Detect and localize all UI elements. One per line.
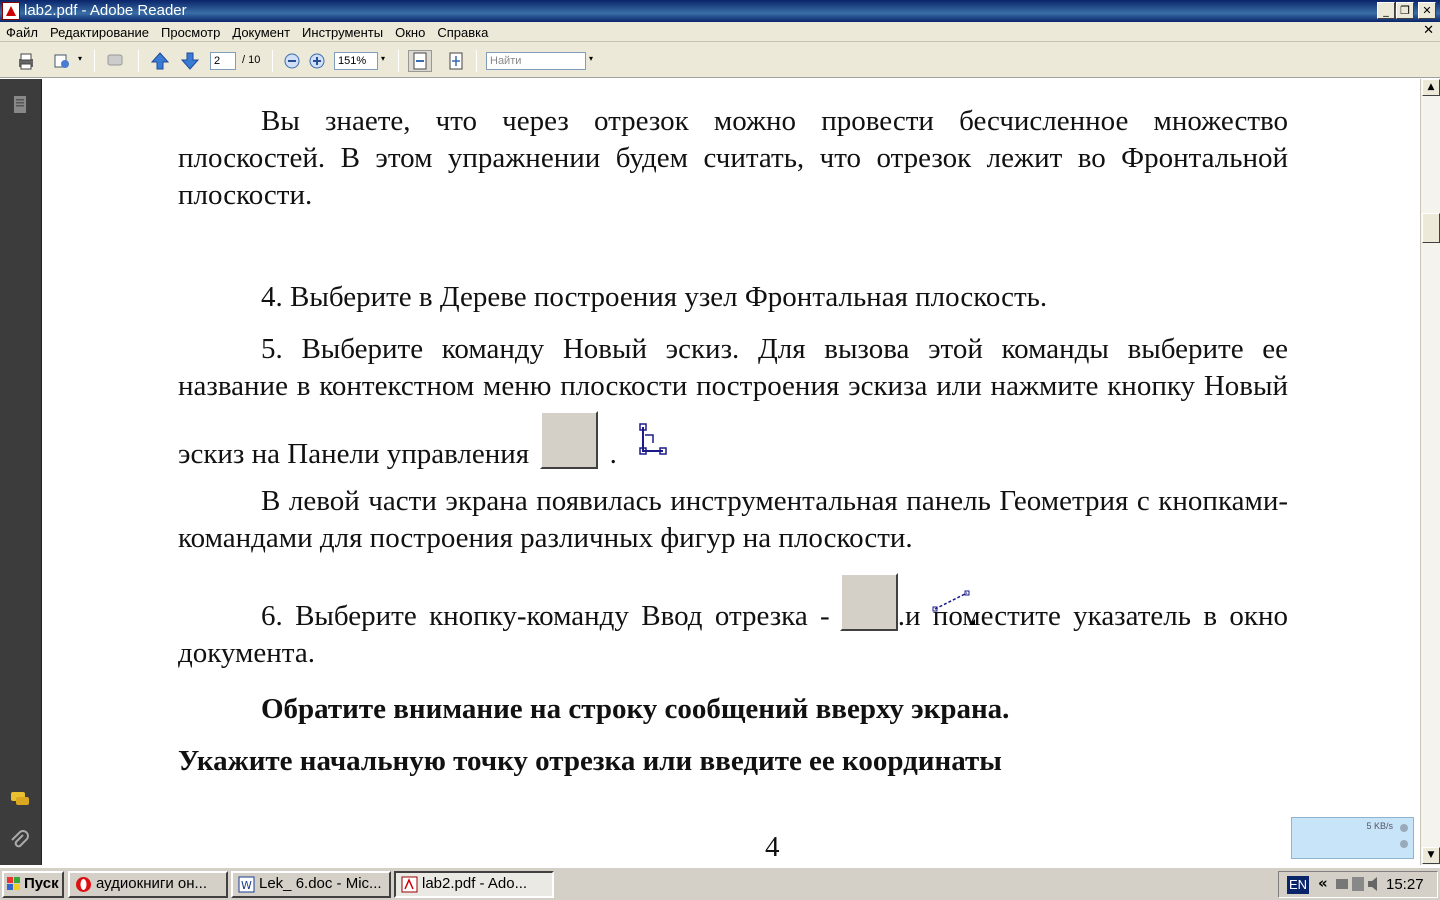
toolbar-separator — [476, 50, 477, 72]
restore-button[interactable]: ❐ — [1396, 2, 1414, 19]
opera-icon — [76, 877, 91, 892]
comment-icon — [107, 54, 123, 66]
menu-edit[interactable]: Редактирование — [44, 23, 155, 42]
taskbar: Пуск аудиокниги он... W Lek_ 6.doc - Mic… — [0, 866, 1440, 900]
previous-page-button[interactable] — [148, 50, 172, 72]
start-label: Пуск — [24, 875, 59, 892]
search-input[interactable]: Найти — [486, 52, 586, 70]
zoom-in-button[interactable] — [305, 50, 329, 72]
fit-page-button[interactable] — [444, 50, 468, 72]
share-dropdown-icon[interactable]: ▾ — [78, 54, 82, 63]
paragraph: 5. Выберите команду Новый эскиз. Для выз… — [178, 331, 1288, 473]
share-button[interactable] — [50, 50, 74, 72]
taskbar-item-word[interactable]: W Lek_ 6.doc - Mic... — [231, 871, 391, 898]
menu-window[interactable]: Окно — [389, 23, 431, 42]
clock: 15:27 — [1386, 876, 1424, 893]
pages-icon[interactable] — [8, 93, 32, 117]
pdf-page: Вы знаете, что через отрезок можно прове… — [43, 79, 1420, 865]
menu-bar: Файл Редактирование Просмотр Документ Инстру… — [0, 22, 1440, 42]
start-button[interactable]: Пуск — [2, 871, 64, 898]
page-number: 4 — [765, 831, 780, 863]
tray-expand-icon[interactable]: « — [1318, 874, 1328, 892]
comments-icon[interactable] — [8, 787, 32, 811]
printer-icon — [19, 53, 33, 70]
volume-icon — [1368, 877, 1377, 891]
document-viewport[interactable]: Вы знаете, что через отрезок можно прове… — [43, 79, 1420, 865]
zoom-in-icon — [309, 53, 325, 69]
bold-paragraph: Укажите начальную точку отрезка или введ… — [178, 745, 1002, 777]
menu-document[interactable]: Документ — [226, 23, 296, 42]
taskbar-item-label: Lek_ 6.doc - Mic... — [259, 875, 382, 892]
network-rate-label: 5 KB/s — [1366, 821, 1393, 831]
paragraph-text: 5. Выберите команду Новый эскиз. Для выз… — [178, 333, 1288, 470]
menu-file[interactable]: Файл — [0, 23, 44, 42]
monitor-icon — [1352, 877, 1364, 891]
scroll-down-button[interactable]: ▼ — [1422, 847, 1440, 864]
print-button[interactable] — [14, 50, 38, 72]
tray-icons — [1336, 877, 1377, 891]
share-icon — [54, 54, 69, 68]
fit-width-icon — [413, 52, 427, 70]
menu-help[interactable]: Справка — [431, 23, 494, 42]
page-number-input[interactable]: 2 — [210, 52, 236, 70]
menu-view[interactable]: Просмотр — [155, 23, 226, 42]
paragraph-text: 6. Выберите кнопку-команду Ввод отрезка … — [261, 600, 830, 632]
minimize-button[interactable]: _ — [1377, 2, 1395, 19]
paragraph: Вы знаете, что через отрезок можно прове… — [178, 105, 1288, 211]
pdf-icon — [401, 876, 418, 893]
close-document-icon[interactable]: ✕ — [1423, 23, 1434, 38]
language-indicator[interactable]: EN — [1287, 876, 1309, 894]
taskbar-item-label: аудиокниги он... — [96, 875, 208, 892]
toolbar-separator — [94, 50, 95, 72]
window-title: lab2.pdf - Adobe Reader — [24, 2, 187, 19]
scroll-up-button[interactable]: ▲ — [1422, 79, 1440, 96]
scroll-thumb[interactable] — [1422, 213, 1440, 243]
network-icon — [1336, 879, 1348, 889]
adobe-reader-icon — [2, 2, 20, 20]
menu-tools[interactable]: Инструменты — [296, 23, 389, 42]
windows-flag-icon — [7, 877, 20, 890]
search-dropdown-icon[interactable]: ▾ — [589, 54, 593, 63]
taskbar-item-adobe-reader[interactable]: lab2.pdf - Ado... — [394, 871, 554, 898]
attachment-icon[interactable] — [8, 829, 32, 853]
paragraph-text: . — [609, 438, 617, 470]
paragraph: 6. Выберите кнопку-команду Ввод отрезка … — [178, 573, 1288, 672]
network-arrows-icon — [1400, 824, 1408, 848]
next-page-button[interactable] — [178, 50, 202, 72]
toolbar-separator — [398, 50, 399, 72]
bold-paragraph: Обратите внимание на строку сообщений вв… — [261, 693, 1010, 725]
toolbar: ▾ 2 / 10 151% ▾ Найти ▾ — [0, 42, 1440, 78]
paragraph: 4. Выберите в Дереве построения узел Фро… — [261, 281, 1048, 313]
arrow-up-icon — [150, 52, 170, 70]
line-segment-icon — [932, 590, 975, 625]
zoom-level-field[interactable]: 151% — [334, 52, 378, 70]
title-bar: lab2.pdf - Adobe Reader _ ❐ ✕ — [0, 0, 1440, 22]
comment-button[interactable] — [104, 50, 128, 72]
sketch-icon — [639, 423, 668, 455]
paragraph: В левой части экрана появилась инструмен… — [178, 485, 1288, 554]
svg-text:W: W — [241, 879, 252, 892]
network-speed-widget: 5 KB/s — [1291, 817, 1414, 859]
toolbar-separator — [138, 50, 139, 72]
new-sketch-button-image — [540, 411, 668, 469]
fit-page-icon — [449, 52, 463, 70]
zoom-dropdown-icon[interactable]: ▾ — [381, 54, 385, 63]
word-document-icon: W — [238, 876, 255, 893]
zoom-out-icon — [284, 53, 300, 69]
navigation-panel — [0, 79, 42, 865]
page-total-label: / 10 — [242, 54, 261, 66]
taskbar-item-label: lab2.pdf - Ado... — [422, 875, 528, 892]
vertical-scrollbar[interactable]: ▲ ▼ — [1420, 79, 1440, 865]
zoom-out-button[interactable] — [280, 50, 304, 72]
line-segment-button-image — [839, 573, 975, 631]
fit-width-button[interactable] — [408, 50, 432, 72]
toolbar-separator — [272, 50, 273, 72]
close-button[interactable]: ✕ — [1418, 2, 1436, 19]
taskbar-item-opera[interactable]: аудиокниги он... — [68, 871, 228, 898]
arrow-down-icon — [180, 52, 200, 70]
